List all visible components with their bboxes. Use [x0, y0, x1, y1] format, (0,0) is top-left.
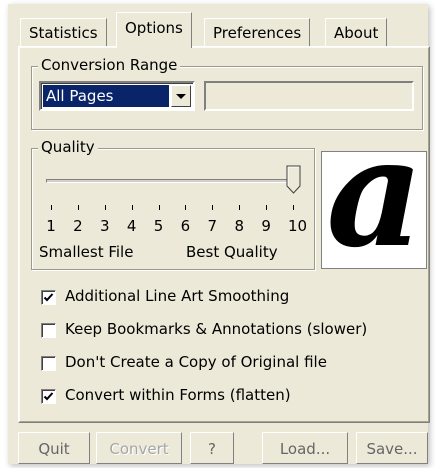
tab-statistics[interactable]: Statistics	[20, 18, 107, 46]
convert-button[interactable]: Convert	[96, 432, 182, 464]
slider-tick	[293, 205, 294, 210]
checkbox[interactable]	[41, 356, 56, 371]
page-range-select[interactable]: All Pages	[39, 81, 195, 111]
slider-tick-label: 8	[234, 217, 244, 235]
slider-tick-label: 5	[153, 217, 164, 235]
option-label: Additional Line Art Smoothing	[65, 287, 290, 305]
slider-tick-label: 10	[288, 217, 308, 235]
chevron-down-icon	[176, 94, 186, 99]
option-label: Don't Create a Copy of Original file	[65, 353, 327, 371]
quality-preview: a	[321, 151, 427, 269]
slider-tick-label: 2	[73, 217, 83, 235]
slider-tick	[131, 205, 133, 210]
slider-tick-label: 1	[46, 217, 56, 235]
quality-group: Quality 1 2 3 4 5 6 7 8 9 10 Smallest File Best Q…	[31, 138, 315, 270]
quality-legend: Quality	[38, 138, 98, 156]
slider-tick	[212, 205, 214, 210]
save-button[interactable]: Save...	[356, 432, 428, 464]
conversion-range-legend: Conversion Range	[38, 56, 181, 74]
quality-slider-track[interactable]	[46, 179, 298, 183]
slider-tick-label: 9	[261, 217, 271, 235]
slider-tick-label: 6	[180, 217, 191, 235]
options-window: Statistics Options Preferences About Con…	[8, 4, 430, 464]
quit-button[interactable]: Quit	[18, 432, 90, 464]
tab-options[interactable]: Options	[116, 12, 192, 48]
option-label: Convert within Forms (flatten)	[65, 386, 291, 404]
options-panel: Conversion Range All Pages Quality 12345…	[18, 46, 430, 423]
checkmark-icon	[43, 392, 54, 401]
slider-tick	[51, 205, 52, 210]
slider-tick	[104, 205, 106, 210]
page-range-input[interactable]	[204, 81, 414, 111]
slider-tick-label: 3	[99, 217, 110, 235]
slider-tick	[266, 205, 268, 210]
checkmark-icon	[43, 293, 54, 302]
tab-preferences[interactable]: Preferences	[204, 18, 311, 46]
slider-tick	[185, 205, 187, 210]
slider-tick	[77, 205, 79, 210]
page-range-selected: All Pages	[43, 85, 169, 107]
option-label: Keep Bookmarks & Annotations (slower)	[65, 320, 368, 338]
slider-tick	[158, 205, 160, 210]
slider-tick-label: 7	[207, 217, 218, 235]
checkbox[interactable]	[41, 290, 56, 305]
tab-about[interactable]: About	[325, 18, 388, 46]
checkbox[interactable]	[41, 323, 56, 338]
slider-tick	[239, 205, 241, 210]
preview-glyph: a	[326, 151, 424, 269]
checkbox[interactable]	[41, 389, 56, 404]
quality-slider-thumb[interactable]	[286, 165, 302, 195]
dropdown-button[interactable]	[171, 85, 191, 107]
best-quality-label: Best Quality	[186, 243, 278, 261]
conversion-range-group: Conversion Range All Pages	[31, 56, 423, 130]
slider-tick-label: 4	[126, 217, 137, 235]
load-button[interactable]: Load...	[262, 432, 348, 464]
smallest-file-label: Smallest File	[39, 243, 134, 261]
help-button[interactable]: ?	[190, 432, 234, 464]
